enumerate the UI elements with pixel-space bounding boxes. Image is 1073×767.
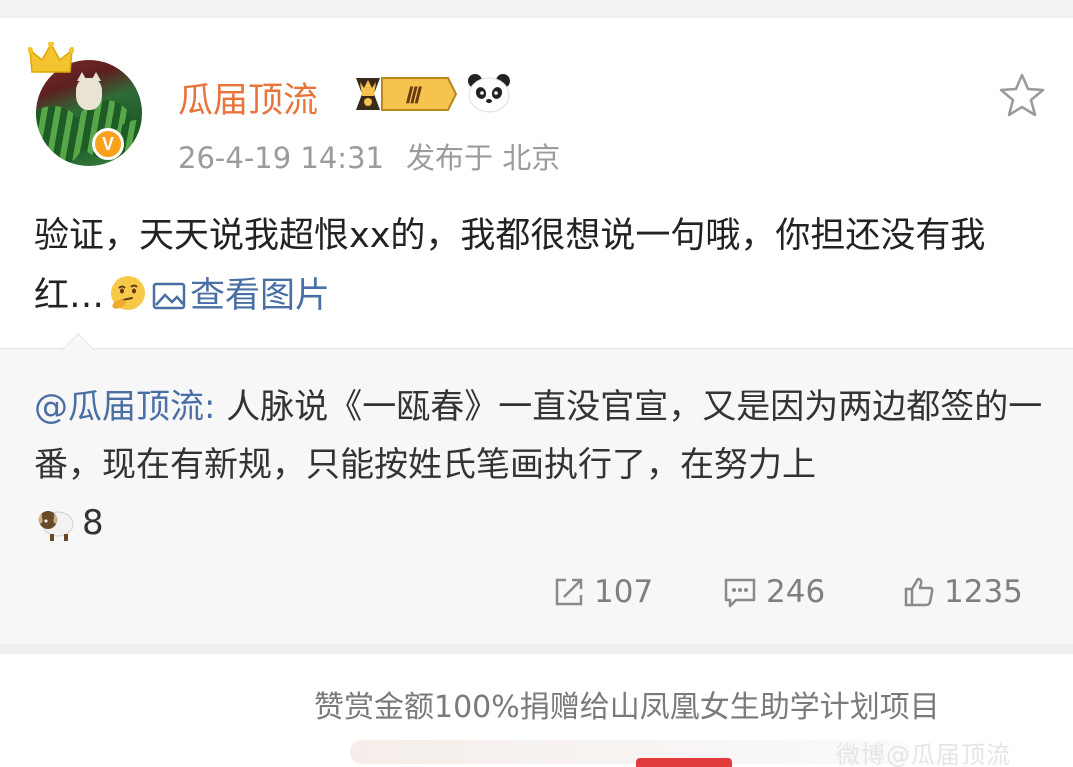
post-meta: 26-4-19 14:31 发布于 北京: [178, 135, 560, 177]
thinking-face-emoji: [111, 276, 146, 310]
repost-mention[interactable]: @瓜届顶流:: [34, 387, 215, 427]
like-count: 1235: [944, 574, 1023, 610]
post-timestamp: 26-4-19 14:31: [178, 141, 384, 175]
verified-badge: V: [92, 128, 124, 160]
reward-button-edge[interactable]: [636, 758, 732, 767]
sheep-emoji: [38, 511, 74, 541]
section-divider: [0, 644, 1073, 654]
repost-count: 107: [594, 574, 654, 610]
thumbs-up-icon: [904, 577, 934, 607]
post-location: 发布于 北京: [405, 141, 561, 175]
reward-blur-bar: [350, 740, 910, 764]
crown-icon: [28, 42, 74, 73]
username[interactable]: 瓜届顶流: [178, 72, 318, 123]
repost-text[interactable]: @瓜届顶流: 人脉说《一瓯春》一直没官宣，又是因为两边都签的一番，现在有新规，只…: [34, 378, 1049, 552]
reward-text: 赞赏金额100%捐赠给山凤凰女生助学计划项目: [314, 690, 940, 725]
view-image-label[interactable]: 查看图片: [190, 276, 330, 316]
comment-icon: [724, 578, 756, 608]
comment-count: 246: [766, 574, 826, 610]
panda-icon: [468, 74, 510, 113]
like-action[interactable]: 1235: [902, 572, 1023, 612]
view-image-link[interactable]: 查看图片: [152, 276, 330, 316]
repost-icon: [555, 578, 583, 606]
top-divider: [0, 0, 1073, 18]
repost-suffix: 8: [82, 503, 104, 543]
comment-action[interactable]: 246: [722, 572, 825, 612]
vip-badge-icon[interactable]: Ⅲ: [352, 74, 460, 114]
watermark: 微博@瓜届顶流: [836, 741, 1011, 767]
cat-figure: [76, 72, 102, 110]
image-icon: [152, 282, 186, 310]
star-icon[interactable]: [998, 72, 1046, 118]
repost-action[interactable]: 107: [552, 572, 653, 612]
avatar-container[interactable]: [28, 42, 142, 166]
post-content: 验证，天天说我超恨xx的，我都很想说一句哦，你担还没有我红… 查看图片: [34, 206, 1044, 326]
